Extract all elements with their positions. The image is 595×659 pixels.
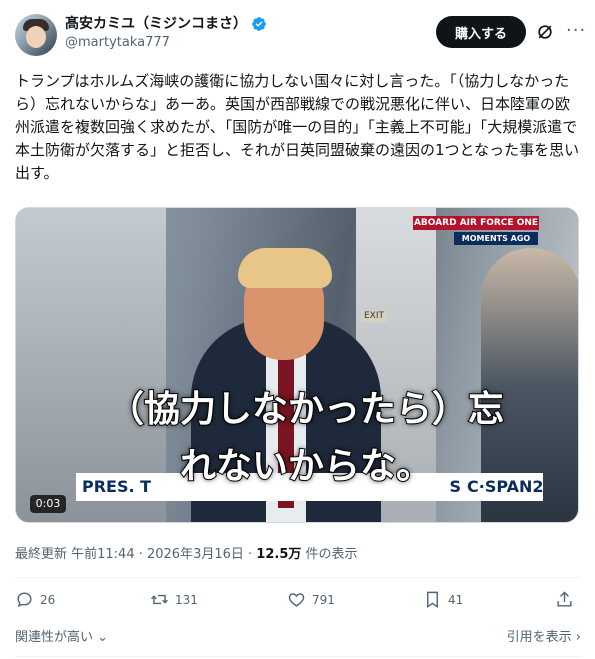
- divider-bottom: [15, 656, 581, 657]
- view-quotes-link[interactable]: 引用を表示 ›: [507, 626, 581, 645]
- bookmark-icon: [427, 591, 438, 608]
- video-duration: 0:03: [30, 495, 66, 513]
- sort-dropdown[interactable]: 関連性が高い ⌄: [15, 626, 108, 645]
- video-speaker-hair: [238, 248, 332, 288]
- exit-sign: EXIT: [361, 310, 387, 322]
- views-label: 件の表示: [301, 547, 358, 562]
- display-name-row[interactable]: 髙安カミユ（ミジンコまさ）: [65, 14, 267, 34]
- share-icon: [557, 591, 572, 607]
- updated-timestamp[interactable]: 最終更新 午前11:44 · 2026年3月16日 ·: [15, 547, 256, 562]
- subscribe-button[interactable]: 購入する: [436, 16, 526, 48]
- avatar[interactable]: [15, 14, 57, 56]
- action-bar: 26 131 791 41: [15, 590, 581, 618]
- repost-button[interactable]: 131: [150, 590, 198, 609]
- news-tag-primary: ABOARD AIR FORCE ONE: [413, 216, 539, 230]
- subtitle-line-2: れないからな。: [179, 445, 433, 488]
- author-handle[interactable]: @martytaka777: [65, 34, 267, 52]
- subtitle-line-1: （協力しなかったら）忘: [107, 388, 505, 431]
- post-meta: 最終更新 午前11:44 · 2026年3月16日 · 12.5万 件の表示: [15, 543, 358, 562]
- verified-badge-icon: [252, 17, 266, 31]
- quotes-label: 引用を表示: [506, 630, 572, 645]
- avatar-face: [26, 26, 46, 48]
- author-names: 髙安カミユ（ミジンコまさ） @martytaka777: [65, 14, 267, 52]
- like-count: 791: [312, 592, 335, 607]
- repost-count: 131: [175, 592, 198, 607]
- share-button[interactable]: [555, 590, 574, 609]
- sort-label: 関連性が高い: [15, 630, 94, 645]
- display-name[interactable]: 髙安カミユ（ミジンコまさ）: [65, 14, 247, 34]
- tweet-text: トランプはホルムズ海峡の護衛に協力しない国々に対し言った。「（協力しなかったら）…: [15, 72, 580, 182]
- views-count: 12.5万: [256, 547, 302, 562]
- like-button[interactable]: 791: [287, 590, 335, 609]
- divider-top: [15, 577, 581, 578]
- repost-icon: [151, 594, 168, 605]
- heart-icon: [288, 593, 305, 607]
- bookmark-count: 41: [448, 592, 464, 607]
- video-player[interactable]: EXIT ABOARD AIR FORCE ONE MOMENTS AGO PR…: [15, 207, 579, 523]
- grok-icon[interactable]: [535, 22, 555, 42]
- reply-icon: [17, 592, 32, 608]
- reply-button[interactable]: 26: [15, 590, 55, 609]
- post-header: 髙安カミユ（ミジンコまさ） @martytaka777 購入する ···: [15, 12, 585, 60]
- news-tag-secondary: MOMENTS AGO: [454, 232, 538, 245]
- reply-count: 26: [40, 592, 56, 607]
- chevron-down-icon: ⌄: [93, 630, 109, 645]
- post-footer: 関連性が高い ⌄ 引用を表示 ›: [15, 626, 581, 646]
- chevron-right-icon: ›: [571, 630, 581, 645]
- more-icon[interactable]: ···: [566, 20, 586, 41]
- bookmark-button[interactable]: 41: [423, 590, 463, 609]
